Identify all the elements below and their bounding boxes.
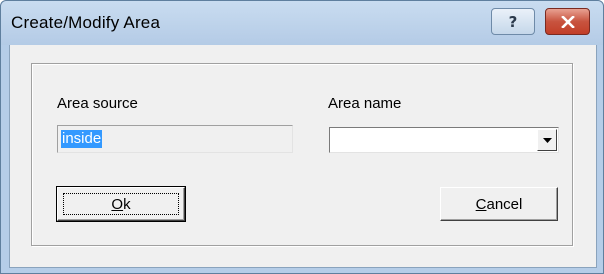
area-source-field[interactable]: inside bbox=[57, 125, 293, 153]
area-name-dropdown-button[interactable] bbox=[537, 129, 557, 151]
area-name-label: Area name bbox=[328, 95, 402, 112]
area-name-combobox[interactable] bbox=[329, 127, 559, 153]
dialog-window: Create/Modify Area ? Area source Area na… bbox=[0, 0, 604, 274]
window-title: Create/Modify Area bbox=[11, 13, 161, 32]
cancel-label-rest: ancel bbox=[486, 195, 523, 213]
title-bar[interactable]: Create/Modify Area ? bbox=[1, 1, 603, 45]
ok-button[interactable]: Ok bbox=[56, 186, 186, 222]
close-icon bbox=[560, 15, 575, 28]
cancel-label: Cancel bbox=[476, 196, 523, 213]
help-icon: ? bbox=[508, 12, 518, 31]
area-source-value: inside bbox=[61, 130, 103, 148]
cancel-mnemonic: C bbox=[475, 195, 487, 213]
focus-rectangle bbox=[63, 193, 179, 215]
dialog-client-area: Area source Area name inside Ok Cancel bbox=[9, 45, 597, 268]
help-button[interactable]: ? bbox=[491, 8, 535, 35]
close-button[interactable] bbox=[545, 8, 590, 35]
chevron-down-icon bbox=[542, 137, 552, 143]
area-source-label: Area source bbox=[57, 95, 138, 112]
cancel-button[interactable]: Cancel bbox=[440, 187, 558, 221]
